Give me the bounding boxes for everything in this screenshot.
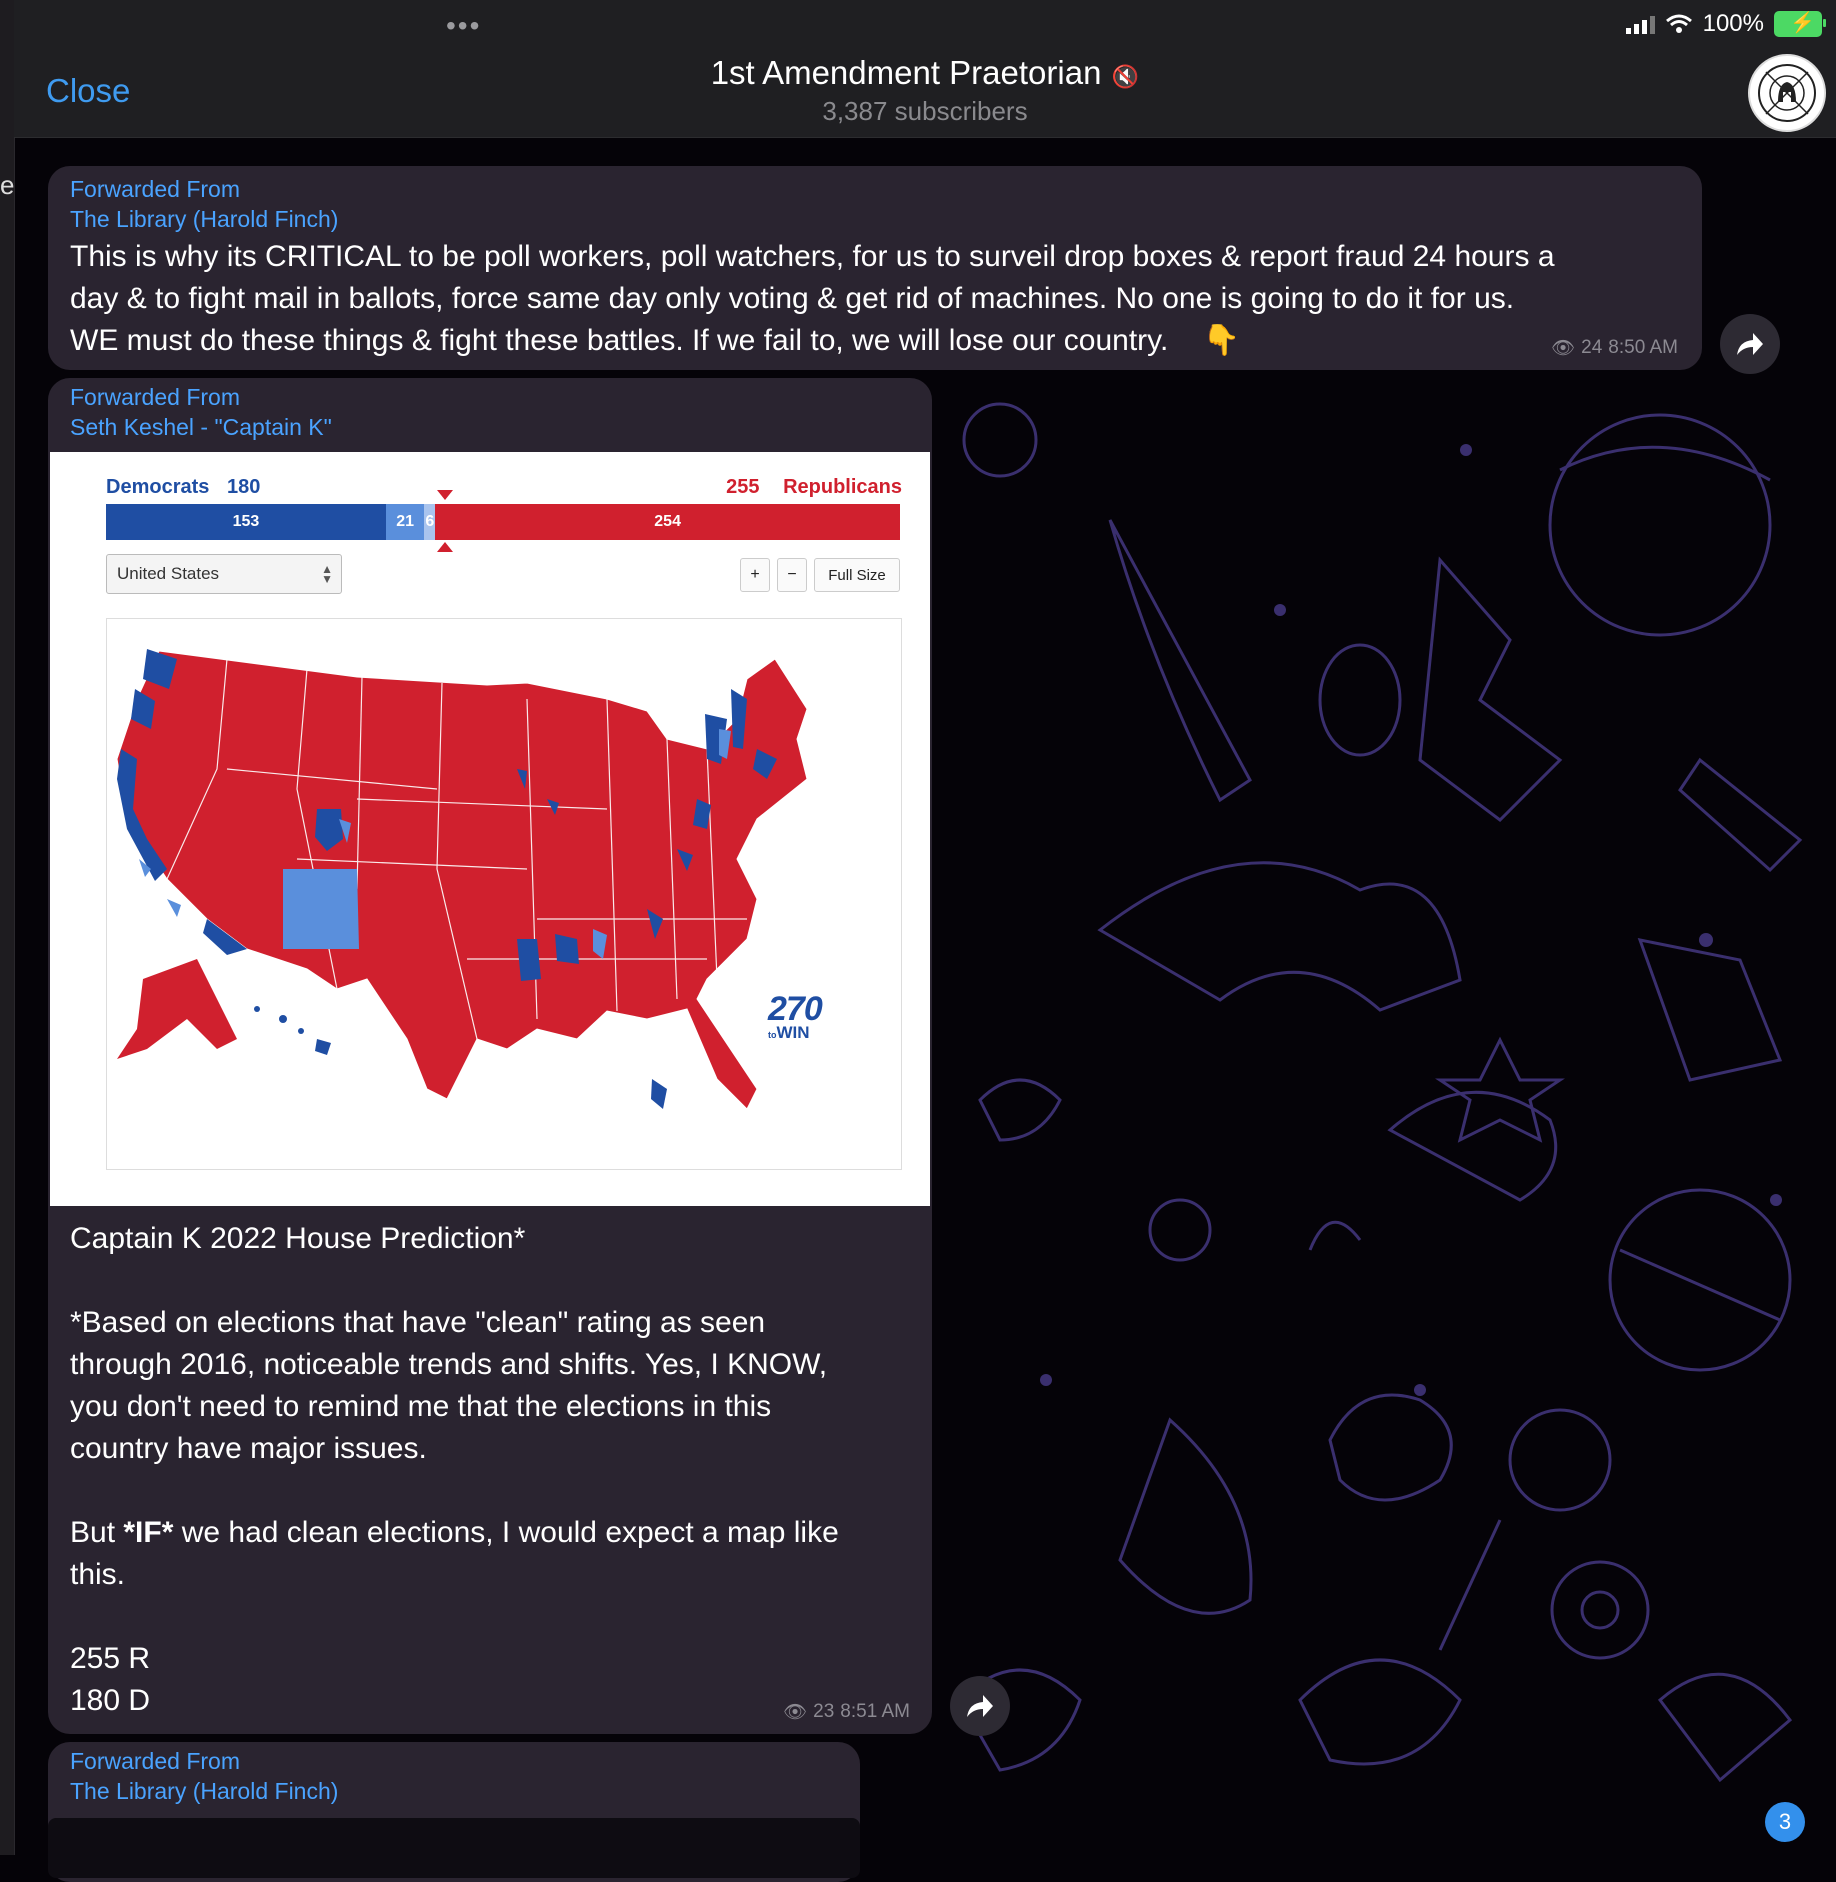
republicans-party-name: Republicans (783, 476, 902, 498)
message-time: 8:50 AM (1608, 337, 1678, 358)
select-updown-icon: ▲ ▼ (321, 562, 333, 586)
muted-speaker-icon: 🔇 (1111, 64, 1140, 89)
forwarded-source-link[interactable]: Seth Keshel - "Captain K" (70, 412, 332, 442)
caption-line: *Based on elections that have "clean" ra… (70, 1306, 766, 1339)
caption-text: But (70, 1516, 124, 1549)
channel-title: 1st Amendment Praetorian (710, 54, 1102, 91)
share-arrow-icon (967, 1695, 993, 1717)
battery-icon: ⚡ (1774, 11, 1826, 37)
pointing-down-emoji: 👇 (1202, 324, 1240, 357)
message-time: 8:51 AM (840, 1701, 910, 1722)
more-dots-icon[interactable]: ••• (446, 10, 481, 42)
caption-line: through 2016, noticeable trends and shif… (70, 1348, 828, 1381)
views-eye-icon: 👁 (1551, 338, 1576, 359)
chat-header: ••• 100% ⚡ Close 1st Amendment Praetoria… (14, 0, 1836, 138)
region-select-value: United States (117, 564, 220, 583)
tally-segment: 254 (435, 504, 900, 540)
caption-text: we had clean elections, I would expect a… (173, 1516, 839, 1549)
message-meta: 👁 23 8:51 AM (783, 1700, 910, 1724)
share-button[interactable] (950, 1676, 1010, 1736)
battery-percentage: 100% (1702, 10, 1764, 37)
forwarded-from-label: Forwarded From (70, 1748, 240, 1774)
tally-segment: 21 (385, 504, 425, 540)
seat-tally-bar: 153 21 6 254 (106, 504, 900, 540)
caption-line: country have major issues. (70, 1432, 427, 1465)
democrats-label: Democrats 180 (106, 476, 260, 499)
tally-segment: 6 (424, 504, 436, 540)
full-size-button[interactable]: Full Size (814, 558, 900, 592)
us-map-svg (116, 649, 808, 1110)
brand-logo: 270 toWIN (768, 990, 823, 1043)
message-bubble-1[interactable]: Forwarded From The Library (Harold Finch… (48, 166, 1702, 370)
forwarded-source-link[interactable]: The Library (Harold Finch) (70, 1776, 338, 1806)
republicans-total: 255 (726, 476, 760, 498)
tally-segment: 153 (106, 504, 386, 540)
view-count: 24 (1581, 337, 1603, 358)
sidebar-edge: e (0, 0, 15, 1855)
brand-prefix: to (768, 1030, 777, 1040)
embedded-media-preview[interactable] (48, 1818, 860, 1878)
forwarded-from-label: Forwarded From (70, 384, 240, 410)
region-select[interactable]: United States ▲ ▼ (106, 554, 342, 594)
status-bar: 100% ⚡ (1625, 10, 1826, 38)
caption-emphasis: *IF* (123, 1516, 174, 1549)
view-count: 23 (813, 1701, 835, 1722)
caption-title: Captain K 2022 House Prediction* (70, 1222, 526, 1255)
unread-count-badge[interactable]: 3 (1765, 1802, 1805, 1842)
majority-marker-top (437, 490, 453, 500)
message-text-line: day & to fight mail in ballots, force sa… (70, 282, 1515, 315)
caption-line: you don't need to remind me that the ele… (70, 1390, 772, 1423)
wifi-icon (1665, 14, 1692, 33)
brand-word: WIN (776, 1023, 810, 1042)
forwarded-source-link[interactable]: The Library (Harold Finch) (70, 204, 338, 234)
sidebar-partial-letter: e (0, 170, 15, 200)
message-text-line: WE must do these things & fight these ba… (70, 324, 1169, 357)
democrats-total: 180 (226, 476, 261, 498)
views-eye-icon: 👁 (783, 1702, 808, 1723)
republicans-label: 255 Republicans (726, 476, 902, 499)
subscriber-count: 3,387 subscribers (822, 96, 1028, 126)
result-republicans: 255 R (70, 1642, 151, 1675)
caption-line: this. (70, 1558, 126, 1591)
election-map-image[interactable]: Democrats 180 255 Republicans 153 21 6 254 … (50, 452, 930, 1206)
us-district-map (106, 618, 902, 1170)
cellular-signal-icon (1625, 14, 1655, 34)
helmet-logo-icon (1758, 64, 1816, 122)
democrats-party-name: Democrats (106, 476, 210, 498)
message-meta: 👁 24 8:50 AM (1551, 336, 1678, 360)
forwarded-from-label: Forwarded From (70, 176, 240, 202)
channel-title-block[interactable]: 1st Amendment Praetorian 🔇 3,387 subscri… (14, 54, 1836, 127)
channel-avatar[interactable] (1748, 54, 1826, 132)
share-button[interactable] (1720, 314, 1780, 374)
message-bubble-3[interactable]: Forwarded From The Library (Harold Finch… (48, 1742, 860, 1882)
majority-marker-bottom (437, 542, 453, 552)
message-text-line: This is why its CRITICAL to be poll work… (70, 240, 1555, 273)
zoom-in-button[interactable]: + (740, 558, 770, 592)
zoom-out-button[interactable]: − (777, 558, 807, 592)
share-arrow-icon (1737, 333, 1763, 355)
